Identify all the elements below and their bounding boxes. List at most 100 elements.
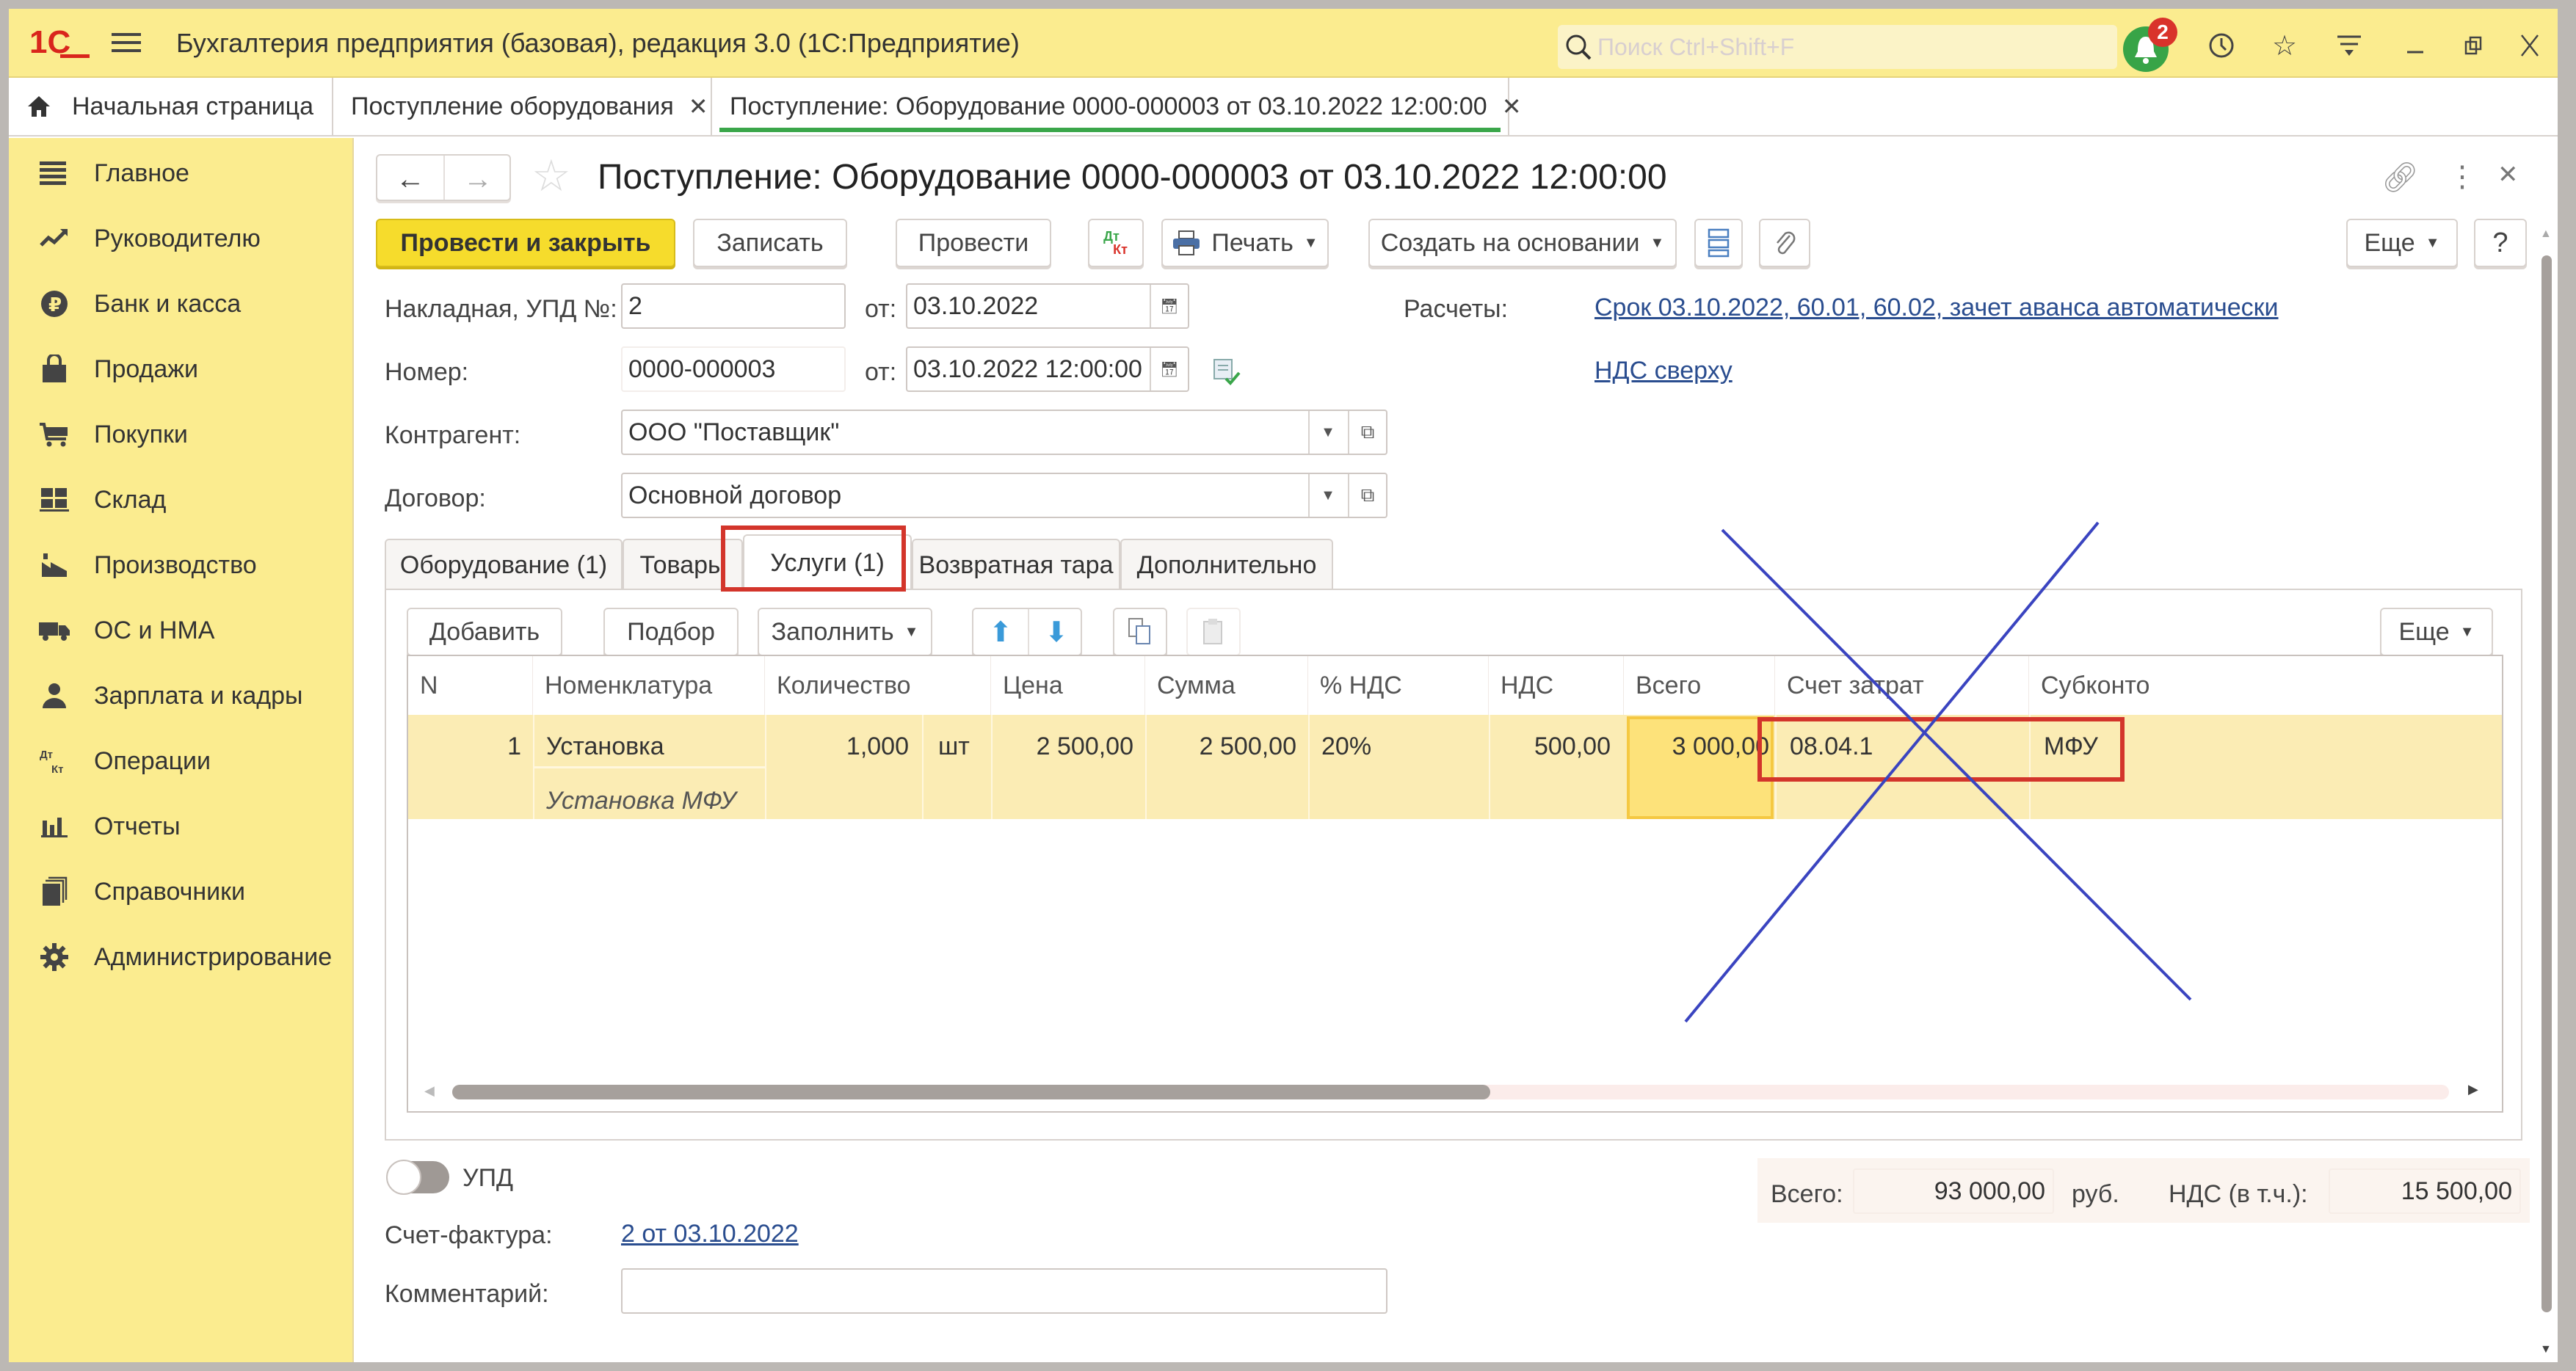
sidebar-item-fixed-assets[interactable]: ОС и НМА: [9, 601, 354, 660]
vertical-scrollbar[interactable]: ▲ ▼: [2536, 138, 2558, 1362]
favorite-star-icon[interactable]: ☆: [531, 154, 571, 198]
link-icon[interactable]: 🔗︎: [2381, 160, 2419, 194]
cell-sum[interactable]: 2 500,00: [1145, 732, 1296, 761]
back-arrow-icon[interactable]: ←: [377, 161, 443, 197]
column-header-price[interactable]: Цена: [991, 656, 1145, 715]
column-header-item[interactable]: Номенклатура: [533, 656, 765, 715]
column-header-subconto[interactable]: Субконто: [2029, 656, 2503, 715]
tab-document[interactable]: Поступление: Оборудование 0000-000003 от…: [712, 78, 1522, 135]
create-based-on-button[interactable]: Создать на основании ▼: [1368, 219, 1677, 267]
scroll-right-icon[interactable]: ▶: [2468, 1082, 2478, 1097]
cell-vat-rate[interactable]: 20%: [1321, 732, 1371, 761]
favorites-star-icon[interactable]: ☆: [2267, 28, 2302, 63]
number-field[interactable]: 0000-000003: [621, 346, 846, 392]
comment-field[interactable]: [621, 1268, 1387, 1314]
horizontal-scrollbar[interactable]: [452, 1085, 2449, 1099]
post-and-close-button[interactable]: Провести и закрыть: [376, 219, 675, 267]
move-up-icon[interactable]: ⬆: [973, 616, 1028, 649]
minimize-icon[interactable]: [2398, 28, 2433, 63]
hamburger-menu-icon[interactable]: [112, 28, 141, 57]
copy-rows-icon[interactable]: [1113, 608, 1167, 656]
history-icon[interactable]: [2204, 28, 2239, 63]
invoice-date-field[interactable]: 03.10.2022 📅︎: [906, 283, 1189, 329]
table-more-button[interactable]: Еще ▼: [2380, 608, 2493, 656]
structure-icon[interactable]: [1694, 219, 1743, 267]
close-window-icon[interactable]: [2512, 28, 2547, 63]
close-tab-icon[interactable]: ✕: [689, 92, 708, 120]
help-button[interactable]: ?: [2474, 219, 2527, 267]
post-button[interactable]: Провести: [896, 219, 1051, 267]
fill-button[interactable]: Заполнить ▼: [758, 608, 932, 656]
upd-toggle[interactable]: [386, 1160, 449, 1195]
sidebar-item-payroll[interactable]: Зарплата и кадры: [9, 666, 354, 725]
column-header-vat[interactable]: НДС: [1489, 656, 1624, 715]
search-input[interactable]: [1597, 31, 2104, 63]
pick-button[interactable]: Подбор: [603, 608, 739, 656]
open-item-icon[interactable]: ⧉: [1348, 411, 1386, 454]
invoice-link[interactable]: 2 от 03.10.2022: [621, 1220, 799, 1248]
cell-item[interactable]: Установка: [546, 732, 664, 761]
tab-additional[interactable]: Дополнительно: [1120, 539, 1333, 590]
scrollbar-thumb[interactable]: [2541, 255, 2552, 1312]
sidebar-item-bank[interactable]: ₽ Банк и касса: [9, 274, 354, 333]
paste-rows-icon[interactable]: [1186, 608, 1241, 656]
scroll-left-icon[interactable]: ◀: [424, 1083, 435, 1099]
scrollbar-thumb[interactable]: [452, 1085, 1491, 1099]
cell-vat[interactable]: 500,00: [1489, 732, 1611, 761]
svg-text:Кт: Кт: [51, 763, 64, 776]
counterparty-field[interactable]: ООО "Поставщик" ▼ ⧉: [621, 410, 1387, 455]
cell-unit[interactable]: шт: [938, 732, 970, 761]
sidebar-item-main[interactable]: Главное: [9, 144, 354, 203]
cell-price[interactable]: 2 500,00: [991, 732, 1133, 761]
dropdown-arrow-icon[interactable]: ▼: [1308, 474, 1346, 517]
doc-datetime-field[interactable]: 03.10.2022 12:00:00 📅︎: [906, 346, 1189, 392]
tab-home[interactable]: Начальная страница: [9, 78, 333, 135]
sidebar-item-operations[interactable]: Дт Кт Операции: [9, 732, 354, 790]
column-header-sum[interactable]: Сумма: [1145, 656, 1308, 715]
sidebar-item-warehouse[interactable]: Склад: [9, 470, 354, 529]
restore-window-icon[interactable]: [2456, 28, 2492, 63]
close-form-icon[interactable]: ✕: [2497, 160, 2519, 189]
column-header-n[interactable]: N: [408, 656, 533, 715]
cell-item-content[interactable]: Установка МФУ: [546, 787, 736, 815]
add-row-button[interactable]: Добавить: [407, 608, 562, 656]
vat-mode-link[interactable]: НДС сверху: [1594, 357, 1733, 385]
tab-returnable-packaging[interactable]: Возвратная тара: [912, 539, 1120, 590]
column-header-account[interactable]: Счет затрат: [1775, 656, 2029, 715]
more-button[interactable]: Еще ▼: [2346, 219, 2458, 267]
move-down-icon[interactable]: ⬇: [1029, 616, 1084, 649]
save-button[interactable]: Записать: [693, 219, 847, 267]
open-item-icon[interactable]: ⧉: [1348, 474, 1386, 517]
calendar-icon[interactable]: 📅︎: [1150, 348, 1188, 390]
global-search[interactable]: [1558, 25, 2117, 69]
settlements-link[interactable]: Срок 03.10.2022, 60.01, 60.02, зачет ава…: [1594, 294, 2279, 322]
dropdown-arrow-icon[interactable]: ▼: [1308, 411, 1346, 454]
tab-equipment[interactable]: Оборудование (1): [385, 539, 623, 590]
attachment-icon[interactable]: [1759, 219, 1810, 267]
column-header-qty[interactable]: Количество: [765, 656, 991, 715]
print-button[interactable]: Печать ▼: [1161, 219, 1329, 267]
contract-field[interactable]: Основной договор ▼ ⧉: [621, 473, 1387, 518]
sidebar-item-purchases[interactable]: Покупки: [9, 405, 354, 464]
sidebar-item-sales[interactable]: Продажи: [9, 340, 354, 399]
column-header-total[interactable]: Всего: [1624, 656, 1775, 715]
forward-arrow-icon[interactable]: →: [445, 161, 511, 197]
cell-total[interactable]: 3 000,00: [1624, 732, 1769, 761]
invoice-number-field[interactable]: 2: [621, 283, 846, 329]
tab-equipment-receipts[interactable]: Поступление оборудования ✕: [333, 78, 712, 135]
column-header-vat-rate[interactable]: % НДС: [1308, 656, 1489, 715]
calendar-icon[interactable]: 📅︎: [1150, 285, 1188, 327]
dt-kt-button[interactable]: Дт Кт: [1088, 219, 1144, 267]
current-cell[interactable]: [1627, 716, 1774, 819]
sidebar-item-label: Справочники: [94, 877, 245, 906]
sidebar-item-catalogs[interactable]: Справочники: [9, 862, 354, 921]
more-actions-icon[interactable]: ⋮: [2448, 160, 2477, 194]
sidebar-item-reports[interactable]: Отчеты: [9, 797, 354, 856]
sidebar-item-manager[interactable]: Руководителю: [9, 209, 354, 268]
sidebar-item-production[interactable]: Производство: [9, 536, 354, 594]
document-status-icon[interactable]: [1213, 357, 1242, 390]
functions-menu-icon[interactable]: [2332, 28, 2367, 63]
cell-qty[interactable]: 1,000: [765, 732, 909, 761]
sidebar-item-administration[interactable]: Администрирование: [9, 928, 354, 986]
close-tab-icon[interactable]: ✕: [1502, 92, 1522, 120]
